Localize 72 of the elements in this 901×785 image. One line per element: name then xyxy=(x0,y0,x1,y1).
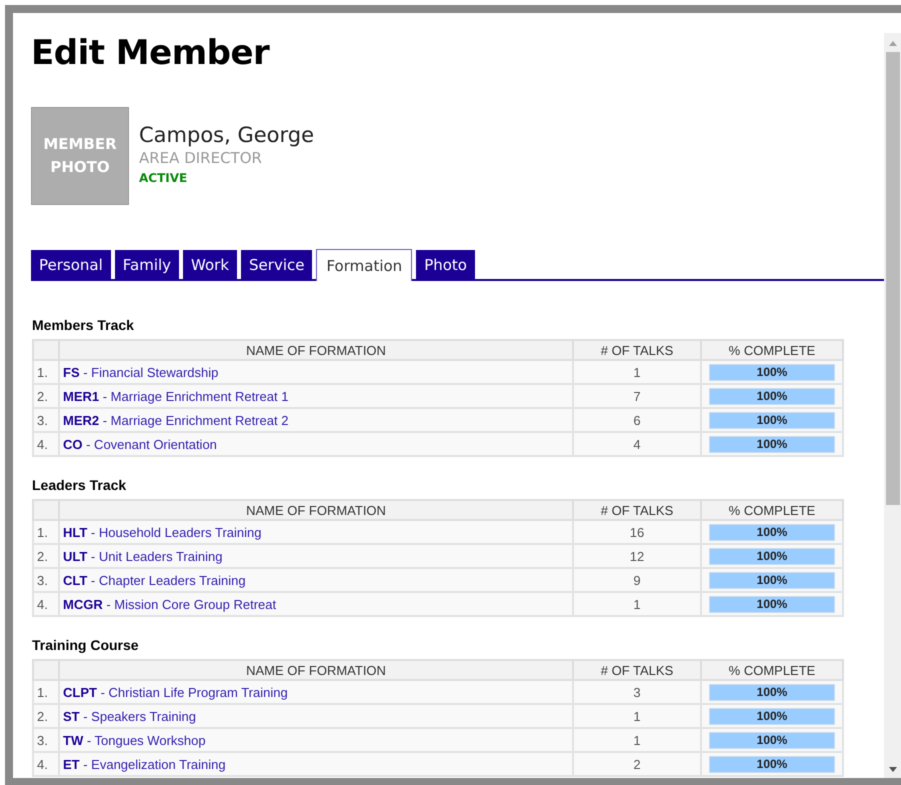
tab[interactable]: Family xyxy=(114,250,180,279)
scroll-down-icon[interactable] xyxy=(888,767,896,772)
column-header: NAME OF FORMATION xyxy=(59,660,573,680)
row-number: 2. xyxy=(33,544,59,568)
talks-cell: 3 xyxy=(573,680,701,704)
column-header: # OF TALKS xyxy=(573,660,701,680)
photo-placeholder-label: MEMBER PHOTO xyxy=(43,134,117,178)
talks-cell: 4 xyxy=(573,432,701,456)
formation-link[interactable]: ULT - Unit Leaders Training xyxy=(63,548,222,564)
formation-link[interactable]: ST - Speakers Training xyxy=(63,708,196,724)
talks-cell: 12 xyxy=(573,544,701,568)
row-number: 1. xyxy=(33,360,59,384)
column-header: % COMPLETE xyxy=(701,660,843,680)
talks-cell: 1 xyxy=(573,360,701,384)
progress-label: 100% xyxy=(756,756,788,772)
section-title: Leaders Track xyxy=(32,477,128,493)
tab[interactable]: Photo xyxy=(416,250,475,279)
progress-label: 100% xyxy=(756,732,788,748)
section-title: Members Track xyxy=(32,317,135,333)
progress-label: 100% xyxy=(756,684,788,700)
member-role: AREA DIRECTOR xyxy=(139,149,263,167)
scrollbar-thumb[interactable] xyxy=(886,52,900,505)
progress-label: 100% xyxy=(756,436,788,452)
member-status: ACTIVE xyxy=(139,171,188,185)
progress-label: 100% xyxy=(756,708,788,724)
row-number: 4. xyxy=(33,592,59,616)
formation-link[interactable]: ET - Evangelization Training xyxy=(63,756,226,772)
row-number: 2. xyxy=(33,704,59,728)
tab[interactable]: Formation xyxy=(316,249,412,281)
talks-cell: 9 xyxy=(573,568,701,592)
talks-cell: 2 xyxy=(573,752,701,776)
page-title: Edit Member xyxy=(31,33,271,73)
column-header: # OF TALKS xyxy=(573,340,701,360)
formation-link[interactable]: TW - Tongues Workshop xyxy=(63,732,206,748)
talks-cell: 1 xyxy=(573,728,701,752)
row-number: 2. xyxy=(33,384,59,408)
column-header: NAME OF FORMATION xyxy=(59,500,573,520)
tab[interactable]: Work xyxy=(183,250,238,279)
column-header: # OF TALKS xyxy=(573,500,701,520)
formation-link[interactable]: CO - Covenant Orientation xyxy=(63,436,217,452)
tab[interactable]: Service xyxy=(241,250,312,279)
column-header: NAME OF FORMATION xyxy=(59,340,573,360)
row-number: 1. xyxy=(33,680,59,704)
talks-cell: 16 xyxy=(573,520,701,544)
progress-label: 100% xyxy=(756,572,788,588)
column-header: % COMPLETE xyxy=(701,340,843,360)
row-number: 4. xyxy=(33,432,59,456)
progress-label: 100% xyxy=(756,524,788,540)
talks-cell: 1 xyxy=(573,704,701,728)
row-number: 3. xyxy=(33,408,59,432)
progress-label: 100% xyxy=(756,364,788,380)
member-name: Campos, George xyxy=(139,123,314,147)
scrollbar[interactable] xyxy=(884,33,901,778)
column-header: % COMPLETE xyxy=(701,500,843,520)
talks-cell: 7 xyxy=(573,384,701,408)
header-cell xyxy=(33,660,59,680)
row-number: 1. xyxy=(33,520,59,544)
tab[interactable]: Personal xyxy=(31,250,111,279)
scroll-up-icon[interactable] xyxy=(888,41,896,46)
formation-link[interactable]: FS - Financial Stewardship xyxy=(63,364,218,380)
talks-cell: 1 xyxy=(573,592,701,616)
progress-label: 100% xyxy=(756,388,788,404)
header-cell xyxy=(33,500,59,520)
progress-label: 100% xyxy=(756,596,788,612)
row-number: 3. xyxy=(33,728,59,752)
row-number: 4. xyxy=(33,752,59,776)
talks-cell: 6 xyxy=(573,408,701,432)
progress-label: 100% xyxy=(756,412,788,428)
section-title: Training Course xyxy=(32,637,140,653)
row-number: 3. xyxy=(33,568,59,592)
header-cell xyxy=(33,340,59,360)
progress-label: 100% xyxy=(756,548,788,564)
